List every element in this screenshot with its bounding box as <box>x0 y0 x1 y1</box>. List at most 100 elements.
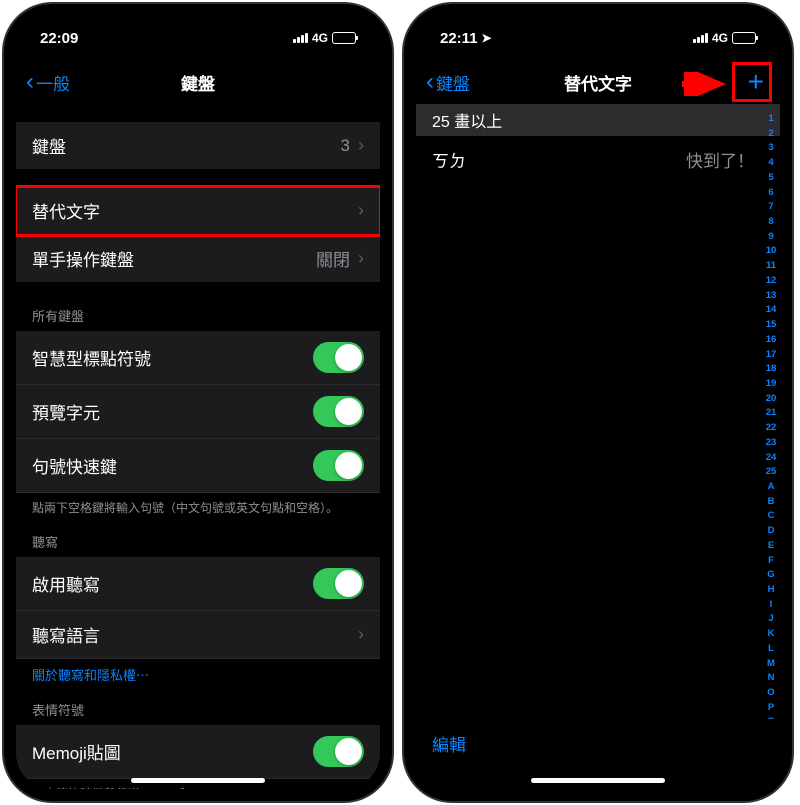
index-bar[interactable]: 1234567891011121314151617181920212223242… <box>764 112 778 739</box>
page-title: 替代文字 <box>564 70 632 95</box>
back-label: 一般 <box>36 70 70 95</box>
toggle-char-preview[interactable] <box>313 396 364 427</box>
index-letter[interactable]: 6 <box>768 186 773 201</box>
row-memoji-stickers[interactable]: Memoji貼圖 <box>16 725 380 779</box>
index-letter[interactable]: K <box>768 627 775 642</box>
index-letter[interactable]: 9 <box>768 230 773 245</box>
phone-right: 22:11 ➤ 4G ‹ 鍵盤 替代文字 + <box>404 4 792 801</box>
index-letter[interactable]: J <box>768 612 773 627</box>
index-letter[interactable]: 15 <box>766 318 777 333</box>
index-letter[interactable]: G <box>767 568 774 583</box>
row-label: 啟用聽寫 <box>32 571 100 596</box>
index-letter[interactable]: 18 <box>766 362 777 377</box>
index-letter[interactable]: 25 <box>766 465 777 480</box>
index-letter[interactable]: 3 <box>768 141 773 156</box>
page-title: 鍵盤 <box>181 70 215 95</box>
home-indicator[interactable] <box>131 778 265 783</box>
row-label: Memoji貼圖 <box>32 739 121 764</box>
index-letter[interactable]: 7 <box>768 200 773 215</box>
index-letter[interactable]: L <box>768 642 774 657</box>
row-period-shortcut[interactable]: 句號快速鍵 <box>16 439 380 493</box>
index-letter[interactable]: 16 <box>766 333 777 348</box>
row-label: 句號快速鍵 <box>32 453 117 478</box>
toggle-smart-punctuation[interactable] <box>313 342 364 373</box>
home-indicator[interactable] <box>531 778 665 783</box>
row-label: 單手操作鍵盤 <box>32 246 134 271</box>
status-time: 22:11 <box>440 30 478 47</box>
index-letter[interactable]: 17 <box>766 348 777 363</box>
back-button[interactable]: ‹ 鍵盤 <box>426 68 470 96</box>
phrase-text: 快到了！ <box>686 147 754 172</box>
notch <box>518 16 678 42</box>
row-text-replacement[interactable]: 替代文字 › <box>16 187 380 235</box>
index-letter[interactable]: C <box>768 509 775 524</box>
index-letter[interactable]: 23 <box>766 436 777 451</box>
back-button[interactable]: ‹ 一般 <box>26 68 70 96</box>
location-icon: ➤ <box>482 31 492 45</box>
nav-bar: ‹ 一般 鍵盤 <box>16 60 380 104</box>
network-label: 4G <box>712 31 728 45</box>
chevron-right-icon: › <box>358 248 364 269</box>
index-letter[interactable]: M <box>767 657 775 672</box>
toggle-period-shortcut[interactable] <box>313 450 364 481</box>
battery-icon <box>332 32 356 44</box>
shortcut-text: ㄎㄉ <box>432 147 466 172</box>
settings-content[interactable]: 鍵盤 3 › 替代文字 › 單手操作鍵盤 關閉 › 所有鍵盤 <box>16 104 380 789</box>
index-letter[interactable]: P <box>768 701 774 716</box>
index-letter[interactable]: 4 <box>768 156 773 171</box>
phone-left: 22:09 4G ‹ 一般 鍵盤 鍵盤 3 › <box>4 4 392 801</box>
row-dictation-languages[interactable]: 聽寫語言 › <box>16 611 380 659</box>
row-label: 聽寫語言 <box>32 622 100 647</box>
chevron-right-icon: › <box>358 135 364 156</box>
index-letter[interactable]: 10 <box>766 244 777 259</box>
row-smart-punctuation[interactable]: 智慧型標點符號 <box>16 331 380 385</box>
text-replacement-row[interactable]: ㄎㄉ 快到了！ <box>416 136 780 183</box>
index-letter[interactable]: 20 <box>766 392 777 407</box>
index-letter[interactable]: A <box>768 480 775 495</box>
index-letter[interactable]: N <box>768 671 775 686</box>
index-letter[interactable]: E <box>768 539 774 554</box>
row-one-handed[interactable]: 單手操作鍵盤 關閉 › <box>16 235 380 282</box>
annotation-highlight-add <box>732 62 772 102</box>
section-header-dictation: 聽寫 <box>16 526 380 557</box>
index-letter[interactable]: 24 <box>766 451 777 466</box>
toggle-memoji[interactable] <box>313 736 364 767</box>
edit-button[interactable]: 編輯 <box>432 736 466 755</box>
index-letter[interactable]: I <box>770 598 773 613</box>
back-label: 鍵盤 <box>436 70 470 95</box>
index-letter[interactable]: 11 <box>766 259 776 274</box>
row-keyboards[interactable]: 鍵盤 3 › <box>16 122 380 169</box>
toggle-dictation[interactable] <box>313 568 364 599</box>
dictation-privacy-link[interactable]: 關於聽寫和隱私權⋯ <box>16 659 380 690</box>
notch <box>118 16 278 42</box>
chevron-left-icon: ‹ <box>426 68 434 96</box>
index-letter[interactable]: 22 <box>766 421 777 436</box>
screen-right: 22:11 ➤ 4G ‹ 鍵盤 替代文字 + <box>416 16 780 789</box>
index-letter[interactable]: 8 <box>768 215 773 230</box>
group-header: 25 畫以上 <box>416 104 780 136</box>
row-enable-dictation[interactable]: 啟用聽寫 <box>16 557 380 611</box>
index-letter[interactable]: 21 <box>766 406 777 421</box>
index-letter[interactable]: D <box>768 524 775 539</box>
row-label: 智慧型標點符號 <box>32 345 151 370</box>
index-letter[interactable]: 5 <box>768 171 773 186</box>
index-letter[interactable]: O <box>767 686 774 701</box>
row-label: 替代文字 <box>32 198 100 223</box>
index-letter[interactable]: 19 <box>766 377 777 392</box>
index-letter[interactable]: 13 <box>766 289 777 304</box>
index-letter[interactable]: F <box>768 554 774 569</box>
row-char-preview[interactable]: 預覽字元 <box>16 385 380 439</box>
row-label: 鍵盤 <box>32 133 66 158</box>
index-letter[interactable]: 14 <box>766 303 777 318</box>
index-letter[interactable]: H <box>768 583 775 598</box>
chevron-right-icon: › <box>358 200 364 221</box>
index-letter[interactable]: B <box>768 495 775 510</box>
section-header-all-keyboards: 所有鍵盤 <box>16 300 380 331</box>
index-letter[interactable]: 12 <box>766 274 777 289</box>
signal-icon <box>293 33 308 43</box>
index-letter[interactable]: 1 <box>768 112 773 127</box>
text-replacement-list[interactable]: 25 畫以上 ㄎㄉ 快到了！ <box>416 104 780 789</box>
signal-icon <box>693 33 708 43</box>
index-letter[interactable]: 2 <box>768 127 773 142</box>
status-time: 22:09 <box>40 30 78 47</box>
